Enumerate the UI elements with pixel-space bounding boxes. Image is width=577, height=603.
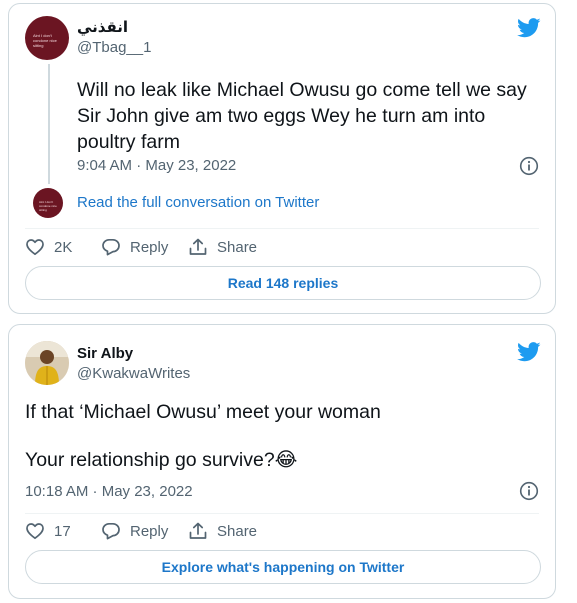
tweet-text: Will no leak like Michael Owusu go come …	[77, 79, 527, 153]
display-name[interactable]: انقذني	[77, 18, 128, 36]
read-conversation-link[interactable]: Read the full conversation on Twitter	[77, 194, 319, 211]
like-count: 2K	[54, 238, 73, 256]
embedded-tweet-card: Sir Alby @KwakwaWrites If that ‘Michael …	[8, 324, 556, 599]
reply-button[interactable]: Reply	[101, 237, 168, 257]
like-button[interactable]: 2K	[25, 237, 72, 257]
tweet-text: If that ‘Michael Owusu’ meet your woman	[25, 401, 381, 423]
person-photo-icon	[25, 341, 69, 385]
info-icon[interactable]	[519, 156, 539, 176]
like-button[interactable]: 17	[25, 521, 71, 541]
timestamp[interactable]: 10:18 AM · May 23, 2022	[25, 483, 193, 500]
share-button[interactable]: Share	[188, 237, 257, 257]
user-handle[interactable]: @Tbag__1	[77, 39, 151, 56]
share-label: Share	[217, 238, 258, 256]
share-icon	[189, 238, 207, 255]
reply-label: Reply	[130, 522, 169, 540]
share-button[interactable]: Share	[188, 521, 257, 541]
reply-icon	[102, 522, 120, 540]
share-icon	[189, 522, 207, 539]
reply-label: Reply	[130, 238, 169, 256]
share-label: Share	[217, 522, 258, 540]
embedded-tweet-card: Aint I don't condone nice sitting انقذني…	[8, 3, 556, 314]
avatar[interactable]: Aint I don't condone nice sitting	[25, 16, 69, 60]
explore-twitter-button[interactable]: Explore what's happening on Twitter	[25, 550, 541, 584]
twitter-logo-icon[interactable]	[517, 342, 541, 362]
display-name[interactable]: Sir Alby	[77, 345, 133, 362]
conversation-avatar[interactable]: Aint I don't condone nice sitting	[33, 188, 63, 218]
divider	[25, 228, 539, 229]
reply-icon	[102, 238, 120, 256]
user-handle[interactable]: @KwakwaWrites	[77, 365, 190, 382]
timestamp[interactable]: 9:04 AM · May 23, 2022	[77, 157, 236, 174]
avatar[interactable]	[25, 341, 69, 385]
tweet-text: Your relationship go survive?😂	[25, 449, 298, 471]
info-icon[interactable]	[519, 481, 539, 501]
reply-button[interactable]: Reply	[101, 521, 168, 541]
like-count: 17	[54, 522, 71, 540]
heart-icon	[26, 523, 44, 540]
heart-icon	[26, 239, 44, 256]
read-replies-button[interactable]: Read 148 replies	[25, 266, 541, 300]
twitter-logo-icon[interactable]	[517, 18, 541, 38]
thread-line	[48, 64, 50, 184]
divider	[25, 513, 539, 514]
